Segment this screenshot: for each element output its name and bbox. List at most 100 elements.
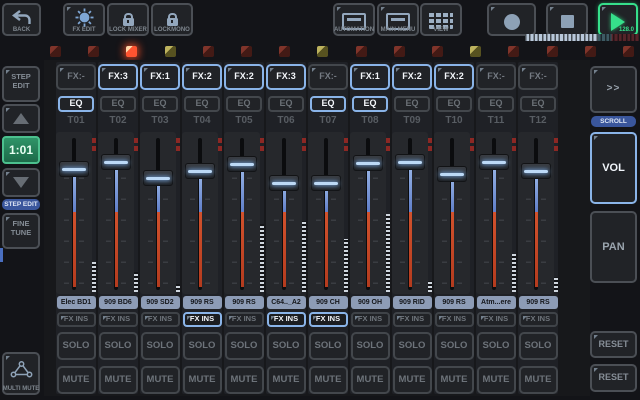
fx-ins-button-3[interactable]: FX INS (141, 312, 180, 327)
step-down-button[interactable] (2, 168, 40, 197)
back-button[interactable]: BACK (2, 3, 41, 36)
solo-button-9[interactable]: SOLO (393, 332, 432, 360)
fx-slot-button-8[interactable]: FX:1 (350, 64, 390, 90)
fx-ins-button-7[interactable]: FX INS (309, 312, 348, 327)
step-edit-mode-button[interactable]: STEP EDIT (2, 66, 40, 102)
volume-fader-10[interactable] (437, 166, 467, 182)
track-name-7[interactable]: 909 CH (309, 296, 348, 309)
record-button[interactable] (487, 3, 536, 36)
fx-edit-button[interactable]: FX EDIT (63, 3, 105, 36)
pan-mode-button[interactable]: PAN (590, 211, 637, 283)
eq-button-1[interactable]: EQ (58, 96, 94, 112)
fx-slot-button-6[interactable]: FX:3 (266, 64, 306, 90)
fx-slot-button-7[interactable]: FX:- (308, 64, 348, 90)
track-name-11[interactable]: Atm...ere (477, 296, 516, 309)
eq-button-5[interactable]: EQ (226, 96, 262, 112)
stop-button[interactable] (546, 3, 588, 36)
track-name-12[interactable]: 909 RS (519, 296, 558, 309)
mute-button-2[interactable]: MUTE (99, 366, 138, 394)
solo-button-1[interactable]: SOLO (57, 332, 96, 360)
volume-fader-9[interactable] (395, 154, 425, 170)
volume-fader-6[interactable] (269, 175, 299, 191)
volume-fader-4[interactable] (185, 163, 215, 179)
fx-ins-button-12[interactable]: FX INS (519, 312, 558, 327)
mute-button-12[interactable]: MUTE (519, 366, 558, 394)
track-name-2[interactable]: 909 BD6 (99, 296, 138, 309)
volume-fader-8[interactable] (353, 155, 383, 171)
reset-mute-button[interactable]: RESET (590, 364, 637, 392)
solo-button-6[interactable]: SOLO (267, 332, 306, 360)
track-name-4[interactable]: 909 RS (183, 296, 222, 309)
track-name-5[interactable]: 909 RS (225, 296, 264, 309)
fx-slot-button-12[interactable]: FX:- (518, 64, 558, 90)
fx-slot-button-5[interactable]: FX:2 (224, 64, 264, 90)
fx-slot-button-3[interactable]: FX:1 (140, 64, 180, 90)
eq-button-11[interactable]: EQ (478, 96, 514, 112)
eq-button-8[interactable]: EQ (352, 96, 388, 112)
fx-slot-button-2[interactable]: FX:3 (98, 64, 138, 90)
mute-button-6[interactable]: MUTE (267, 366, 306, 394)
fx-slot-button-4[interactable]: FX:2 (182, 64, 222, 90)
volume-fader-7[interactable] (311, 175, 341, 191)
eq-button-7[interactable]: EQ (310, 96, 346, 112)
solo-button-11[interactable]: SOLO (477, 332, 516, 360)
solo-button-8[interactable]: SOLO (351, 332, 390, 360)
mute-button-3[interactable]: MUTE (141, 366, 180, 394)
solo-button-12[interactable]: SOLO (519, 332, 558, 360)
fx-ins-button-1[interactable]: FX INS (57, 312, 96, 327)
solo-button-5[interactable]: SOLO (225, 332, 264, 360)
eq-button-10[interactable]: EQ (436, 96, 472, 112)
fx-slot-button-10[interactable]: FX:2 (434, 64, 474, 90)
main-menu-button[interactable]: MAIN MENU (377, 3, 419, 36)
solo-button-3[interactable]: SOLO (141, 332, 180, 360)
fx-ins-button-10[interactable]: FX INS (435, 312, 474, 327)
solo-button-2[interactable]: SOLO (99, 332, 138, 360)
track-name-9[interactable]: 909 RID (393, 296, 432, 309)
step-up-button[interactable] (2, 104, 40, 133)
vol-mode-button[interactable]: VOL (590, 132, 637, 204)
fx-slot-button-11[interactable]: FX:- (476, 64, 516, 90)
fx-slot-button-9[interactable]: FX:2 (392, 64, 432, 90)
track-name-6[interactable]: C64.._A2 (267, 296, 306, 309)
eq-button-9[interactable]: EQ (394, 96, 430, 112)
eq-button-12[interactable]: EQ (520, 96, 556, 112)
fine-tune-button[interactable]: FINE TUNE (2, 213, 40, 249)
track-name-1[interactable]: Elec BD1 (57, 296, 96, 309)
volume-fader-12[interactable] (521, 163, 551, 179)
track-name-8[interactable]: 909 OH (351, 296, 390, 309)
eq-button-6[interactable]: EQ (268, 96, 304, 112)
solo-button-7[interactable]: SOLO (309, 332, 348, 360)
volume-fader-1[interactable] (59, 161, 89, 177)
mute-button-10[interactable]: MUTE (435, 366, 474, 394)
mute-button-9[interactable]: MUTE (393, 366, 432, 394)
mute-button-5[interactable]: MUTE (225, 366, 264, 394)
fx-ins-button-4[interactable]: FX INS (183, 312, 222, 327)
volume-fader-3[interactable] (143, 170, 173, 186)
play-button[interactable]: 128.0 (598, 3, 638, 36)
lock-mixer-button[interactable]: LOCK MIXER (107, 3, 149, 36)
mute-button-8[interactable]: MUTE (351, 366, 390, 394)
reset-solo-button[interactable]: RESET (590, 331, 637, 358)
fx-ins-button-9[interactable]: FX INS (393, 312, 432, 327)
mute-button-11[interactable]: MUTE (477, 366, 516, 394)
track-name-10[interactable]: 909 RS (435, 296, 474, 309)
volume-fader-2[interactable] (101, 154, 131, 170)
fx-slot-button-1[interactable]: FX:- (56, 64, 96, 90)
eq-button-2[interactable]: EQ (100, 96, 136, 112)
view-button[interactable]: VIEW (420, 3, 462, 36)
volume-fader-5[interactable] (227, 156, 257, 172)
mute-button-1[interactable]: MUTE (57, 366, 96, 394)
solo-button-4[interactable]: SOLO (183, 332, 222, 360)
track-name-3[interactable]: 909 SD2 (141, 296, 180, 309)
mute-button-4[interactable]: MUTE (183, 366, 222, 394)
scroll-right-button[interactable]: >> (590, 66, 637, 113)
volume-fader-11[interactable] (479, 154, 509, 170)
fx-ins-button-6[interactable]: FX INS (267, 312, 306, 327)
mute-button-7[interactable]: MUTE (309, 366, 348, 394)
multi-mute-button[interactable]: MULTI MUTE (2, 352, 40, 395)
eq-button-3[interactable]: EQ (142, 96, 178, 112)
fx-ins-button-8[interactable]: FX INS (351, 312, 390, 327)
eq-button-4[interactable]: EQ (184, 96, 220, 112)
fx-ins-button-11[interactable]: FX INS (477, 312, 516, 327)
lock-mono-button[interactable]: LOCKMONO (151, 3, 193, 36)
